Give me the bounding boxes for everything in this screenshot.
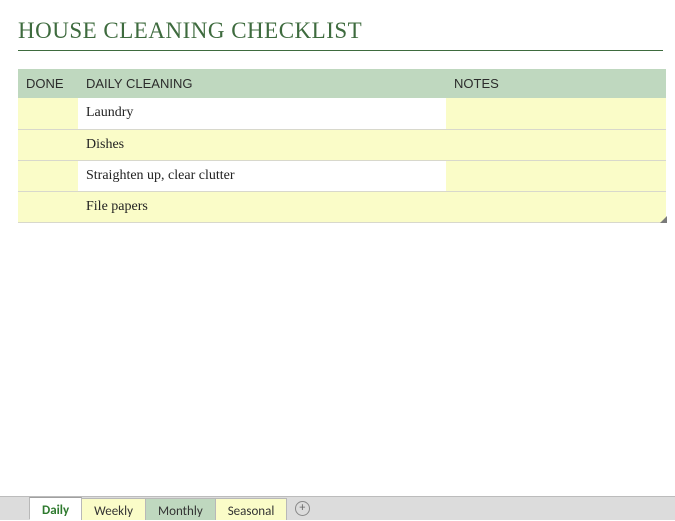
- checklist-table-wrap: DONE DAILY CLEANING NOTES Laundry Dishes: [18, 69, 666, 223]
- cell-done[interactable]: [18, 129, 78, 160]
- cell-notes[interactable]: [446, 98, 666, 129]
- checklist-table[interactable]: DONE DAILY CLEANING NOTES Laundry Dishes: [18, 69, 666, 222]
- cell-task[interactable]: File papers: [78, 191, 446, 222]
- title-divider: [18, 50, 663, 51]
- add-sheet-button[interactable]: +: [287, 496, 317, 520]
- column-header-done[interactable]: DONE: [18, 69, 78, 98]
- table-header-row: DONE DAILY CLEANING NOTES: [18, 69, 666, 98]
- cell-done[interactable]: [18, 160, 78, 191]
- cell-notes[interactable]: [446, 191, 666, 222]
- column-header-task[interactable]: DAILY CLEANING: [78, 69, 446, 98]
- cell-notes[interactable]: [446, 129, 666, 160]
- table-row: File papers: [18, 191, 666, 222]
- page-title: HOUSE CLEANING CHECKLIST: [18, 18, 665, 44]
- cell-done[interactable]: [18, 191, 78, 222]
- tab-monthly[interactable]: Monthly: [145, 498, 216, 520]
- column-header-notes[interactable]: NOTES: [446, 69, 666, 98]
- tab-seasonal[interactable]: Seasonal: [215, 498, 288, 520]
- tab-weekly[interactable]: Weekly: [81, 498, 146, 520]
- cell-notes[interactable]: [446, 160, 666, 191]
- worksheet: HOUSE CLEANING CHECKLIST DONE DAILY CLEA…: [0, 0, 675, 223]
- tab-daily[interactable]: Daily: [29, 497, 82, 520]
- table-resize-handle-icon[interactable]: [660, 216, 667, 223]
- table-row: Laundry: [18, 98, 666, 129]
- table-row: Dishes: [18, 129, 666, 160]
- table-row: Straighten up, clear clutter: [18, 160, 666, 191]
- sheet-tabstrip: Daily Weekly Monthly Seasonal +: [0, 496, 675, 520]
- cell-done[interactable]: [18, 98, 78, 129]
- plus-icon: +: [295, 501, 310, 516]
- tabstrip-divider: [0, 496, 675, 497]
- cell-task[interactable]: Laundry: [78, 98, 446, 129]
- cell-task[interactable]: Dishes: [78, 129, 446, 160]
- cell-task[interactable]: Straighten up, clear clutter: [78, 160, 446, 191]
